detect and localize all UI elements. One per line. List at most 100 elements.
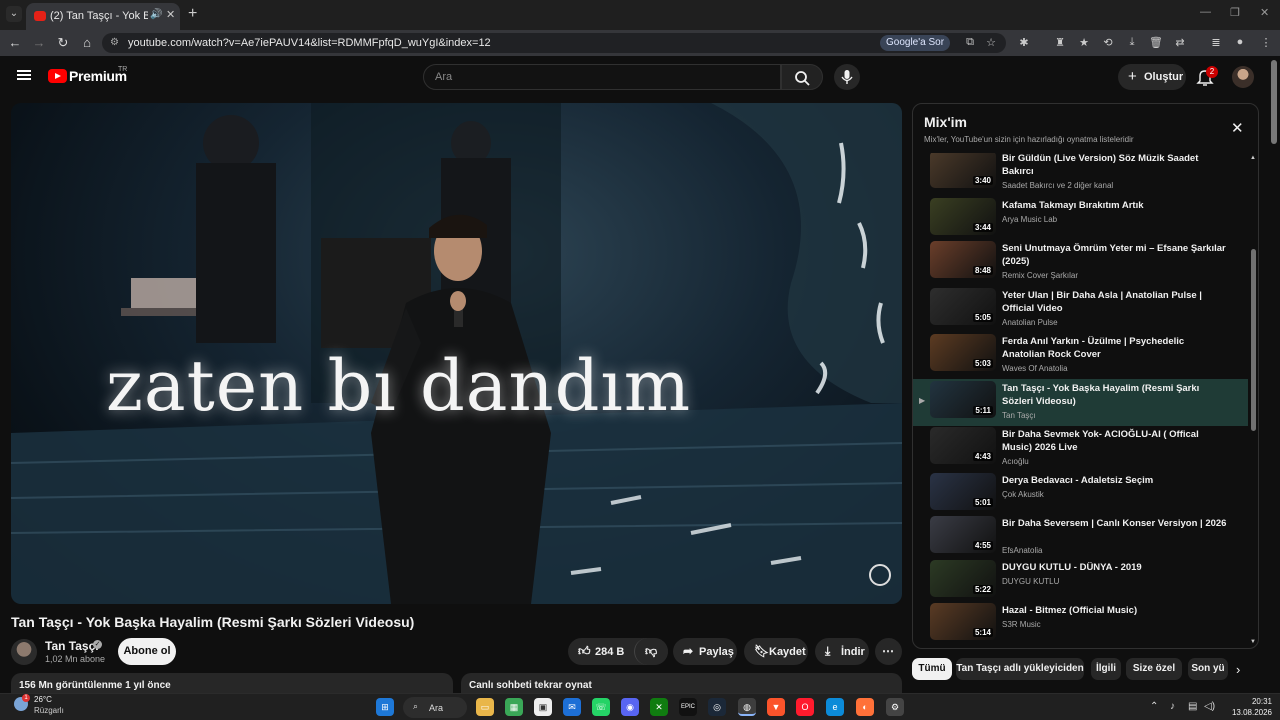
back-button[interactable]: ←: [6, 35, 24, 50]
playlist-item[interactable]: 5:03 Ferda Anıl Yarkın - Üzülme | Psyched…: [913, 332, 1248, 379]
reload-button[interactable]: ↻: [54, 35, 72, 51]
video-thumbnail[interactable]: 5:05: [930, 288, 996, 325]
video-thumbnail[interactable]: 8:48: [930, 241, 996, 278]
voice-search-button[interactable]: [834, 64, 860, 90]
channel-avatar[interactable]: [11, 639, 37, 665]
network-icon[interactable]: ▤: [1188, 701, 1197, 712]
create-button[interactable]: + Oluştur: [1118, 64, 1186, 90]
chat-replay-box[interactable]: Canlı sohbeti tekrar oynat: [461, 673, 902, 693]
channel-name[interactable]: Tan Taşçı: [45, 639, 99, 653]
install-app-icon[interactable]: ⧉: [962, 36, 978, 49]
tab-search-dropdown-icon[interactable]: ⌄: [6, 6, 22, 22]
chip-3[interactable]: Size özel: [1126, 658, 1182, 680]
video-thumbnail[interactable]: 5:11: [930, 381, 996, 418]
profile-icon[interactable]: ●: [1232, 36, 1248, 48]
bookmark-star-icon[interactable]: ☆: [983, 36, 999, 49]
description-box[interactable]: 156 Mn görüntülenme 1 yıl önce: [11, 673, 453, 693]
playlist-scrollbar[interactable]: ▲ ▼: [1248, 153, 1258, 648]
history-icon[interactable]: ⟲: [1100, 36, 1116, 49]
tab-close-icon[interactable]: ✕: [166, 8, 175, 21]
more-actions-button[interactable]: ⋯: [875, 638, 902, 665]
video-thumbnail[interactable]: 3:44: [930, 198, 996, 235]
playlist-item[interactable]: 3:44 Kafama Takmayı Bırakıtım Artık Arya M…: [913, 196, 1248, 243]
video-thumbnail[interactable]: 3:40: [930, 153, 996, 188]
scroll-down-icon[interactable]: ▼: [1250, 639, 1256, 645]
edge-icon[interactable]: e: [826, 698, 844, 716]
playlist-item[interactable]: 3:40 Bir Güldün (Live Version) Söz Müzik …: [913, 153, 1248, 196]
playlist-item[interactable]: 8:48 Seni Unutmaya Ömrüm Yeter mi – Efsan…: [913, 239, 1248, 286]
playlist-item[interactable]: 5:14 Hazal - Bitmez (Official Music) S3R M…: [913, 601, 1248, 648]
discord-icon[interactable]: ◉: [621, 698, 639, 716]
scroll-up-icon[interactable]: ▲: [1250, 155, 1256, 161]
whatsapp-icon[interactable]: ☏: [592, 698, 610, 716]
address-bar[interactable]: ⚙ youtube.com/watch?v=Ae7iePAUV14&list=R…: [102, 33, 1006, 53]
new-tab-button[interactable]: +: [188, 5, 197, 23]
scrollbar-thumb[interactable]: [1251, 249, 1256, 431]
google-ask-button[interactable]: Google'a Sor: [880, 35, 951, 51]
playlist-item[interactable]: 4:55 Bir Daha Seversem | Canlı Konser Ver…: [913, 514, 1248, 561]
playlist-item[interactable]: 5:05 Yeter Ulan | Bir Daha Asla | Anatoli…: [913, 286, 1248, 333]
playlist-item-current[interactable]: ▶ 5:11 Tan Taşçı - Yok Başka Hayalim (Resm…: [913, 379, 1248, 426]
share-button[interactable]: ➦ Paylaş: [673, 638, 737, 665]
volume-icon[interactable]: ◁): [1204, 701, 1215, 712]
chip-2[interactable]: İlgili: [1091, 658, 1121, 680]
extensions-icon[interactable]: ✱: [1016, 36, 1032, 49]
user-avatar[interactable]: [1232, 66, 1254, 88]
search-button[interactable]: [781, 64, 823, 90]
minimize-button[interactable]: —: [1200, 6, 1211, 18]
video-thumbnail[interactable]: 5:03: [930, 334, 996, 371]
widgets-icon[interactable]: ▦: [505, 698, 523, 716]
translate-icon[interactable]: ⇄: [1172, 36, 1188, 49]
opera-icon[interactable]: O: [796, 698, 814, 716]
tray-overflow-icon[interactable]: ⌃: [1150, 701, 1158, 712]
close-window-button[interactable]: ✕: [1260, 6, 1269, 19]
video-thumbnail[interactable]: 5:22: [930, 560, 996, 597]
chrome-icon[interactable]: ◍: [738, 698, 756, 716]
youtube-logo-icon[interactable]: [48, 69, 67, 83]
browser-tab[interactable]: (2) Tan Taşçı - Yok Başka Ha 🔊 ✕: [26, 3, 180, 30]
store-icon[interactable]: ▣: [534, 698, 552, 716]
start-windows-icon[interactable]: ⊞: [376, 698, 394, 716]
chips-next-icon[interactable]: ›: [1236, 662, 1240, 677]
menu-kebab-icon[interactable]: ⋮: [1258, 36, 1274, 49]
page-scrollbar[interactable]: [1271, 60, 1277, 144]
forward-button[interactable]: →: [30, 35, 48, 50]
search-input[interactable]: Ara: [423, 64, 781, 90]
video-thumbnail[interactable]: 4:55: [930, 516, 996, 553]
reading-list-icon[interactable]: ≣: [1208, 36, 1224, 49]
close-playlist-icon[interactable]: ✕: [1231, 119, 1244, 137]
microphone-tray-icon[interactable]: ♪: [1170, 701, 1175, 712]
taskbar-search[interactable]: ⌕ Ara: [403, 697, 467, 718]
playlist-item[interactable]: 5:22 DUYGU KUTLU - DÜNYA - 2019 DUYGU KUTL…: [913, 558, 1248, 605]
extension-icon[interactable]: ♜: [1052, 36, 1068, 49]
brave-icon[interactable]: ▼: [767, 698, 785, 716]
playlist-item[interactable]: 5:01 Derya Bedavacı - Adaletsiz Seçim Çok …: [913, 471, 1248, 518]
video-thumbnail[interactable]: 5:14: [930, 603, 996, 640]
trash-icon[interactable]: 🗑: [1148, 36, 1164, 49]
file-explorer-icon[interactable]: ▭: [476, 698, 494, 716]
download-button[interactable]: ⤓ İndir: [815, 638, 869, 665]
chip-1[interactable]: Tan Taşçı adlı yükleyiciden: [956, 658, 1084, 680]
playlist-item[interactable]: 4:43 Bir Daha Sevmek Yok- ACIOĞLU-AI ( Of…: [913, 425, 1248, 472]
save-button[interactable]: 🔖︎ Kaydet: [744, 638, 808, 665]
steam-icon[interactable]: ◎: [708, 698, 726, 716]
firefox-icon[interactable]: ◐: [856, 698, 874, 716]
video-player[interactable]: zaten bı dandım: [11, 103, 902, 604]
mail-icon[interactable]: ✉: [563, 698, 581, 716]
epic-games-icon[interactable]: EPIC: [679, 698, 697, 716]
video-thumbnail[interactable]: 5:01: [930, 473, 996, 510]
hamburger-menu-icon[interactable]: [17, 70, 31, 72]
chip-4[interactable]: Son yü: [1188, 658, 1228, 680]
bookmarks-icon[interactable]: ★: [1076, 36, 1092, 49]
chip-0[interactable]: Tümü: [912, 658, 952, 680]
taskbar-clock[interactable]: 20:31 13.08.2026: [1228, 696, 1272, 718]
restore-button[interactable]: ❐: [1230, 6, 1240, 19]
xbox-icon[interactable]: ✕: [650, 698, 668, 716]
subscribe-button[interactable]: Abone ol: [118, 638, 176, 665]
speaker-icon[interactable]: 🔊: [150, 9, 162, 20]
dislike-button[interactable]: 👎︎: [634, 638, 668, 665]
site-info-icon[interactable]: ⚙: [110, 37, 119, 48]
download-icon[interactable]: ⤓: [1124, 36, 1140, 49]
home-button[interactable]: ⌂: [78, 35, 96, 50]
video-thumbnail[interactable]: 4:43: [930, 427, 996, 464]
